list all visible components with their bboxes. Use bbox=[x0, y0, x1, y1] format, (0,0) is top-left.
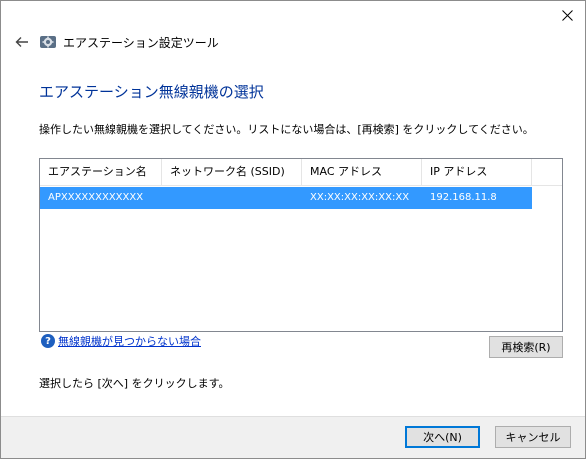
settings-gear-icon bbox=[39, 33, 57, 51]
title-bar: エアステーション設定ツール bbox=[9, 31, 219, 53]
cancel-button[interactable]: キャンセル bbox=[495, 426, 571, 448]
help-question-icon[interactable]: ? bbox=[41, 334, 55, 348]
column-header-name[interactable]: エアステーション名 bbox=[40, 159, 162, 185]
next-button[interactable]: 次へ(N) bbox=[405, 426, 480, 448]
list-header: エアステーション名 ネットワーク名 (SSID) MAC アドレス IP アドレ… bbox=[40, 159, 562, 186]
column-header-mac[interactable]: MAC アドレス bbox=[302, 159, 422, 185]
rescan-button[interactable]: 再検索(R) bbox=[489, 336, 563, 358]
cell-station-name: APXXXXXXXXXXXX bbox=[40, 187, 162, 209]
cell-mac-address: XX:XX:XX:XX:XX:XX bbox=[302, 187, 422, 209]
instruction-text: 操作したい無線親機を選択してください。リストにない場合は、[再検索] をクリック… bbox=[39, 123, 534, 136]
close-button[interactable] bbox=[549, 1, 585, 29]
not-found-help-link[interactable]: 無線親機が見つからない場合 bbox=[58, 333, 201, 349]
window-title: エアステーション設定ツール bbox=[63, 35, 219, 50]
setup-tool-window: エアステーション設定ツール エアステーション無線親機の選択 操作したい無線親機を… bbox=[0, 0, 586, 459]
footer-note: 選択したら [次へ] をクリックします。 bbox=[39, 377, 230, 390]
help-section: ? 無線親機が見つからない場合 bbox=[41, 333, 201, 349]
close-icon bbox=[561, 9, 573, 21]
column-header-ssid[interactable]: ネットワーク名 (SSID) bbox=[162, 159, 302, 185]
cell-ip-address: 192.168.11.8 bbox=[422, 187, 532, 209]
list-row[interactable]: APXXXXXXXXXXXX XX:XX:XX:XX:XX:XX 192.168… bbox=[40, 187, 562, 209]
cell-ssid bbox=[162, 187, 302, 209]
back-button[interactable] bbox=[9, 31, 35, 53]
button-bar: 次へ(N) キャンセル bbox=[1, 416, 585, 458]
page-heading: エアステーション無線親機の選択 bbox=[39, 83, 264, 101]
access-point-list[interactable]: エアステーション名 ネットワーク名 (SSID) MAC アドレス IP アドレ… bbox=[39, 158, 563, 332]
column-header-ip[interactable]: IP アドレス bbox=[422, 159, 532, 185]
back-arrow-icon bbox=[15, 37, 28, 47]
